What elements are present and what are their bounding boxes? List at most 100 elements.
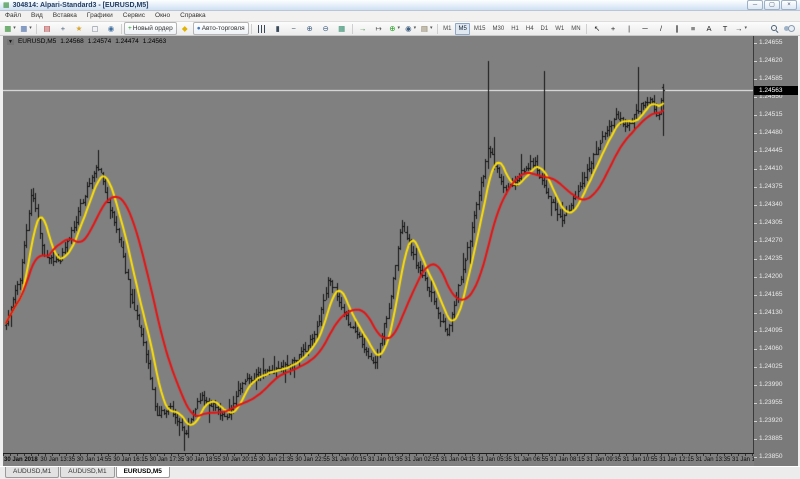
profiles-button[interactable]: ▦ ▾	[18, 22, 34, 35]
high-value: 1.24574	[87, 38, 112, 45]
time-tick-label: 30 Jan 16:15	[113, 457, 148, 463]
candlestick-chart-type-button[interactable]: ▮	[270, 22, 286, 35]
time-tick-label: 30 Jan 18:55	[186, 457, 221, 463]
new-chart-button[interactable]: ▦ ▾	[2, 22, 18, 35]
community-icon[interactable]	[784, 25, 795, 32]
strategy-tester-button[interactable]: ◉	[103, 22, 119, 35]
indicators-button[interactable]: ⊕ ▾	[387, 22, 403, 35]
time-tick-label: 30 Jan 21:35	[258, 457, 294, 463]
price-tick-label: 1.23920	[754, 417, 798, 425]
autotrading-button[interactable]: ● Авто-торговля	[192, 22, 249, 35]
maximize-button[interactable]: ▢	[764, 0, 780, 10]
time-tick-label: 30 Jan 22:55	[295, 457, 330, 463]
toolbar-separator	[121, 23, 122, 34]
close-button[interactable]: ×	[781, 0, 797, 10]
vertical-line-tool-button[interactable]: |	[621, 22, 637, 35]
time-tick-label: 30 Jan 13:35	[40, 457, 76, 463]
minimize-button[interactable]: ─	[747, 0, 763, 10]
price-tick-label: 1.24130	[754, 309, 798, 317]
time-tick-label: 31 Jan 06:55	[513, 457, 549, 463]
zoom-out-button[interactable]: ⊖	[318, 22, 334, 35]
horizontal-line-tool-button[interactable]: ─	[637, 22, 653, 35]
tf-h4[interactable]: H4	[522, 23, 537, 35]
title-bar: ▦ 304814: Alpari-Standard3 - [EURUSD,M5]…	[0, 0, 800, 11]
bar-chart-type-button[interactable]	[254, 22, 270, 35]
one-click-trading-toggle[interactable]: ▼	[7, 38, 14, 45]
auto-scroll-button[interactable]: →	[355, 22, 371, 35]
time-axis[interactable]: 30 Jan 2018 30 Jan 13:35 30 Jan 14:55 30 Ja…	[3, 453, 754, 466]
chart-area[interactable]: ▼ EURUSD,M5 1.24568 1.24574 1.24474 1.24…	[3, 36, 798, 466]
terminal-button-icon: ▢	[91, 24, 99, 33]
price-axis[interactable]: 1.24655 1.24620 1.24585 1.24550 1.24515 1.244…	[753, 36, 798, 466]
bid-price-label: 1.24563	[754, 86, 798, 95]
toolbar: ▦ ▾ ▦ ▾ ▤ + ★ ▢ ◉ + Новый ордер ◆ ● Авто-торговля ▮ ~ ⊕ ⊖…	[0, 22, 800, 36]
menu-window[interactable]: Окно	[150, 11, 175, 21]
chart-shift-button[interactable]: ↦	[371, 22, 387, 35]
search-icon[interactable]	[771, 24, 779, 33]
data-window-button[interactable]: +	[55, 22, 71, 35]
tf-mn[interactable]: MN	[568, 23, 584, 35]
tf-m1[interactable]: M1	[440, 23, 455, 35]
periods-button[interactable]: ◉ ▾	[403, 22, 419, 35]
autotrading-button-label: Авто-торговля	[201, 25, 245, 32]
price-tick-label: 1.24060	[754, 345, 798, 353]
tf-m15[interactable]: M15	[470, 23, 489, 35]
time-tick-label: 31 Jan 00:15	[331, 457, 367, 463]
trendline-tool-button[interactable]: /	[653, 22, 669, 35]
price-tick-label: 1.24165	[754, 291, 798, 299]
templates-button[interactable]: ▤ ▾	[419, 22, 435, 35]
tf-w1[interactable]: W1	[552, 23, 568, 35]
periods-button-icon: ◉	[405, 24, 412, 33]
price-tick-label: 1.24515	[754, 111, 798, 119]
tab-audusd-m1-2[interactable]: AUDUSD,M1	[60, 467, 115, 478]
terminal-button[interactable]: ▢	[87, 22, 103, 35]
crosshair-tool-button[interactable]: +	[605, 22, 621, 35]
tf-d1[interactable]: D1	[537, 23, 552, 35]
navigator-button[interactable]: ★	[71, 22, 87, 35]
zoom-in-button[interactable]: ⊕	[302, 22, 318, 35]
toolbar-separator	[436, 23, 438, 34]
tab-audusd-m1-1[interactable]: AUDUSD,M1	[5, 467, 60, 478]
price-tick-label: 1.23885	[754, 435, 798, 443]
menu-tools[interactable]: Сервис	[118, 11, 150, 21]
menu-view[interactable]: Вид	[26, 11, 48, 21]
menu-help[interactable]: Справка	[175, 11, 211, 21]
price-tick-label: 1.24270	[754, 237, 798, 245]
menu-insert[interactable]: Вставка	[48, 11, 82, 21]
tf-m30[interactable]: M30	[489, 23, 508, 35]
tf-m5[interactable]: M5	[455, 22, 471, 35]
vertical-line-tool-button-icon: |	[628, 24, 631, 33]
chart-ohlc-header: ▼ EURUSD,M5 1.24568 1.24574 1.24474 1.24…	[7, 38, 166, 45]
line-chart-type-button[interactable]: ~	[286, 22, 302, 35]
toolbar-separator	[351, 23, 353, 34]
chart-canvas[interactable]	[3, 36, 754, 454]
price-tick-label: 1.24585	[754, 75, 798, 83]
metaeditor-button[interactable]: ◆	[177, 22, 193, 35]
arrows-tool-button[interactable]: → ▾	[733, 22, 749, 35]
profiles-button-icon: ▦	[20, 24, 28, 33]
tab-eurusd-m5[interactable]: EURUSD,M5	[115, 467, 170, 478]
low-value: 1.24474	[115, 38, 139, 45]
candlestick-chart-type-button-icon: ▮	[275, 24, 280, 33]
new-order-button-label: Новый ордер	[132, 25, 173, 32]
text-label-tool-button[interactable]: T	[717, 22, 733, 35]
tile-windows-button-icon: ▦	[338, 24, 346, 33]
fibonacci-tool-button[interactable]: ≡	[685, 22, 701, 35]
strategy-tester-button-icon: ◉	[107, 24, 115, 33]
menu-charts[interactable]: Графики	[82, 11, 118, 21]
text-tool-button[interactable]: A	[701, 22, 717, 35]
toolbar-separator	[586, 23, 588, 34]
tf-h1[interactable]: H1	[508, 23, 523, 35]
new-order-button[interactable]: + Новый ордер	[124, 22, 177, 35]
tile-windows-button[interactable]: ▦	[334, 22, 350, 35]
time-tick-label: 31 Jan 02:55	[404, 457, 440, 463]
market-watch-button[interactable]: ▤	[39, 22, 55, 35]
crosshair-tool-button-icon: +	[610, 24, 616, 33]
market-watch-button-icon: ▤	[43, 24, 51, 33]
zoom-in-button-icon: ⊕	[306, 24, 313, 33]
text-label-tool-button-icon: T	[722, 24, 728, 33]
menu-file[interactable]: Файл	[0, 11, 26, 21]
channel-tool-button[interactable]: ∥	[669, 22, 685, 35]
cursor-tool-button[interactable]: ↖	[589, 22, 605, 35]
price-tick-label: 1.24480	[754, 129, 798, 137]
